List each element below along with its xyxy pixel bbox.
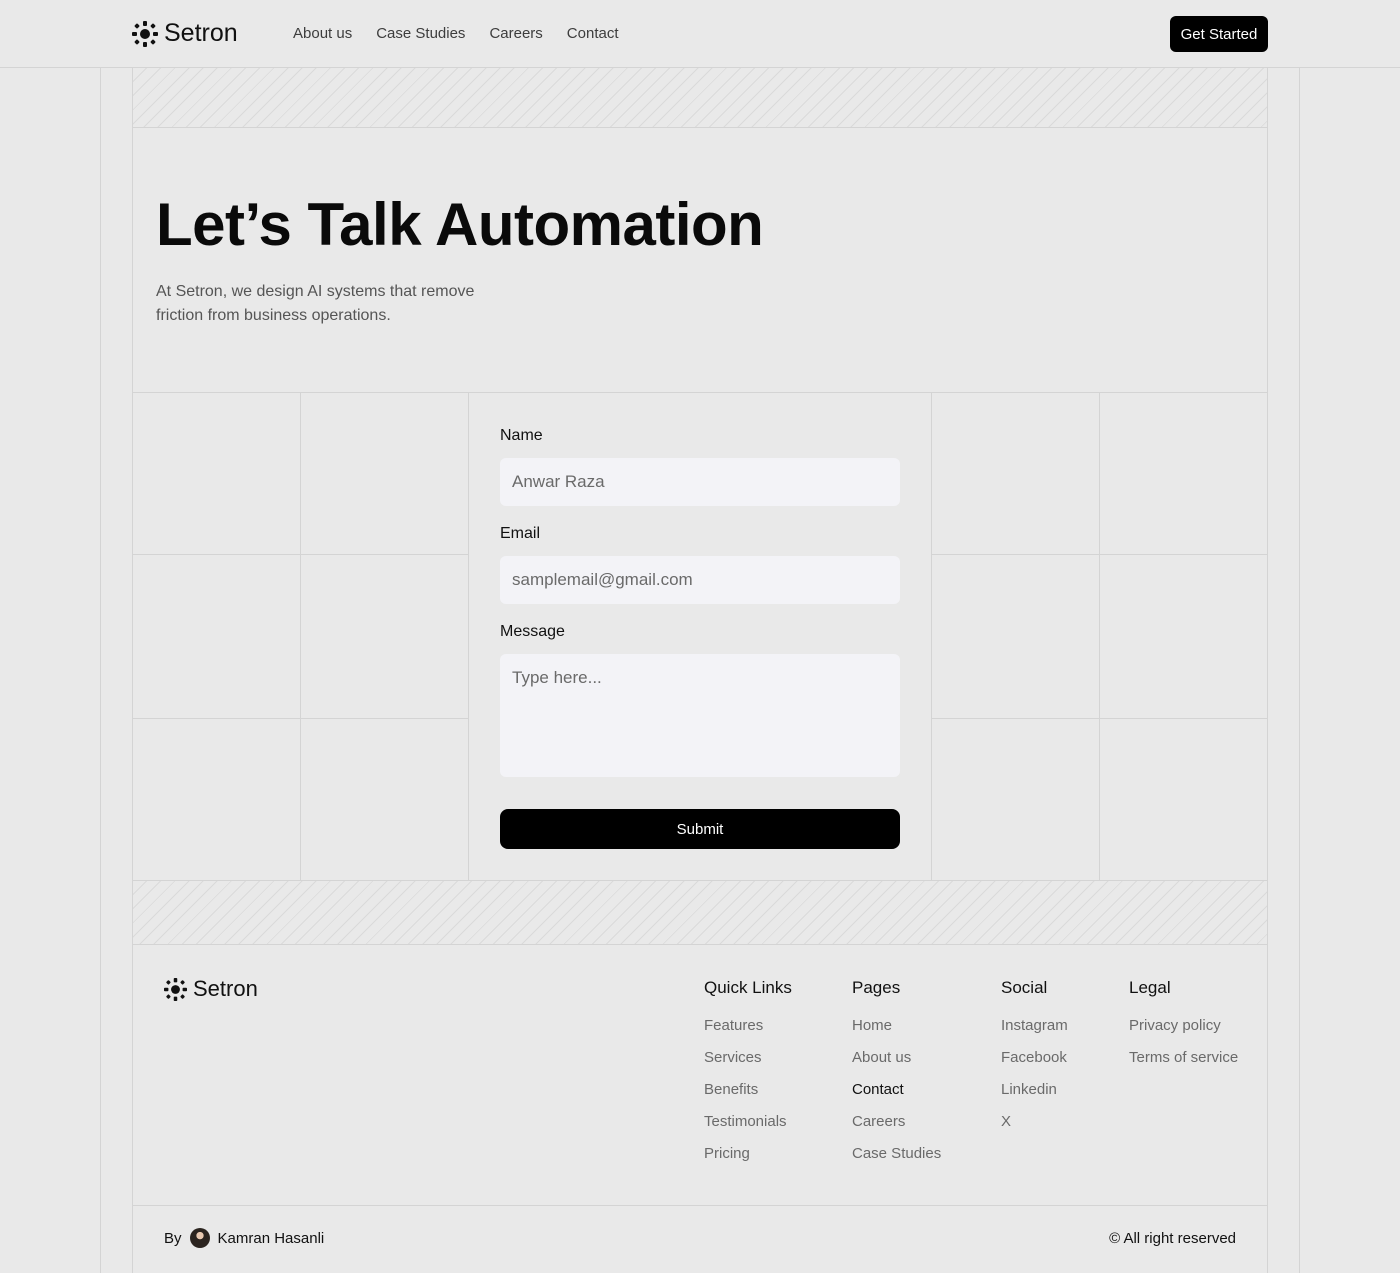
email-input[interactable]	[500, 556, 900, 604]
name-label: Name	[500, 427, 543, 444]
outer-right-border	[1299, 68, 1300, 1273]
footer-column-pages: Pages Home About us Contact Careers Case…	[852, 978, 941, 1176]
get-started-button[interactable]: Get Started	[1170, 16, 1268, 52]
footer-column-title: Social	[1001, 978, 1048, 997]
footer-link-pricing[interactable]: Pricing	[704, 1144, 792, 1176]
hero-subtitle: At Setron, we design AI systems that rem…	[156, 283, 475, 324]
outer-left-border	[100, 68, 101, 1273]
grid-line	[932, 554, 1267, 555]
grid-line	[932, 718, 1267, 719]
site-header: Setron About us Case Studies Careers Con…	[0, 0, 1400, 68]
footer-link-testimonials[interactable]: Testimonials	[704, 1112, 792, 1144]
message-label: Message	[500, 623, 565, 640]
footer-link-features[interactable]: Features	[704, 1016, 792, 1048]
footer-link-x[interactable]: X	[1001, 1112, 1068, 1144]
footer-link-privacy-policy[interactable]: Privacy policy	[1129, 1016, 1238, 1048]
footer-link-about-us[interactable]: About us	[852, 1048, 941, 1080]
grid-line	[133, 554, 468, 555]
grid-line	[300, 393, 301, 880]
avatar	[189, 1228, 210, 1248]
footer-link-facebook[interactable]: Facebook	[1001, 1048, 1068, 1080]
author-name[interactable]: Kamran Hasanli	[218, 1230, 325, 1247]
nav-about-us[interactable]: About us	[293, 25, 352, 42]
footer-link-case-studies[interactable]: Case Studies	[852, 1144, 941, 1176]
footer-column-social: Social Instagram Facebook Linkedin X	[1001, 978, 1068, 1144]
footer-column-title: Legal	[1129, 978, 1171, 997]
footer-divider	[133, 1205, 1267, 1206]
footer-link-benefits[interactable]: Benefits	[704, 1080, 792, 1112]
setron-logo-icon	[132, 20, 158, 47]
grid-line	[468, 393, 469, 880]
footer-column-title: Pages	[852, 978, 901, 997]
footer-link-linkedin[interactable]: Linkedin	[1001, 1080, 1068, 1112]
grid-line	[1099, 393, 1100, 880]
main-nav: About us Case Studies Careers Contact	[293, 25, 619, 42]
footer-column-legal: Legal Privacy policy Terms of service	[1129, 978, 1238, 1080]
footer-link-home[interactable]: Home	[852, 1016, 941, 1048]
hatch-band-top	[133, 68, 1267, 128]
page-title: Let’s Talk Automation	[156, 191, 764, 258]
footer-column-title: Quick Links	[704, 978, 792, 997]
email-label: Email	[500, 525, 541, 542]
grid-top-divider	[133, 392, 1267, 393]
grid-line	[133, 718, 468, 719]
footer-brand-name: Setron	[193, 976, 258, 1001]
copyright-text: © All right reserved	[1109, 1230, 1236, 1247]
brand-logo[interactable]: Setron	[132, 19, 238, 48]
grid-line	[931, 393, 932, 880]
footer-link-instagram[interactable]: Instagram	[1001, 1016, 1068, 1048]
nav-contact[interactable]: Contact	[567, 25, 619, 42]
setron-logo-icon	[164, 977, 187, 1001]
brand-name: Setron	[164, 19, 238, 47]
submit-button[interactable]: Submit	[500, 809, 900, 849]
footer-column-quick-links: Quick Links Features Services Benefits T…	[704, 978, 792, 1176]
nav-case-studies[interactable]: Case Studies	[376, 25, 465, 42]
name-input[interactable]	[500, 458, 900, 506]
nav-careers[interactable]: Careers	[489, 25, 542, 42]
hatch-band-bottom	[133, 880, 1267, 945]
footer-link-terms-of-service[interactable]: Terms of service	[1129, 1048, 1238, 1080]
by-label: By	[164, 1229, 182, 1247]
author-credit: By Kamran Hasanli	[164, 1228, 324, 1248]
footer-brand-logo[interactable]: Setron	[164, 976, 258, 1002]
message-textarea[interactable]	[500, 654, 900, 777]
footer-link-contact[interactable]: Contact	[852, 1080, 941, 1112]
footer-link-careers[interactable]: Careers	[852, 1112, 941, 1144]
footer-link-services[interactable]: Services	[704, 1048, 792, 1080]
